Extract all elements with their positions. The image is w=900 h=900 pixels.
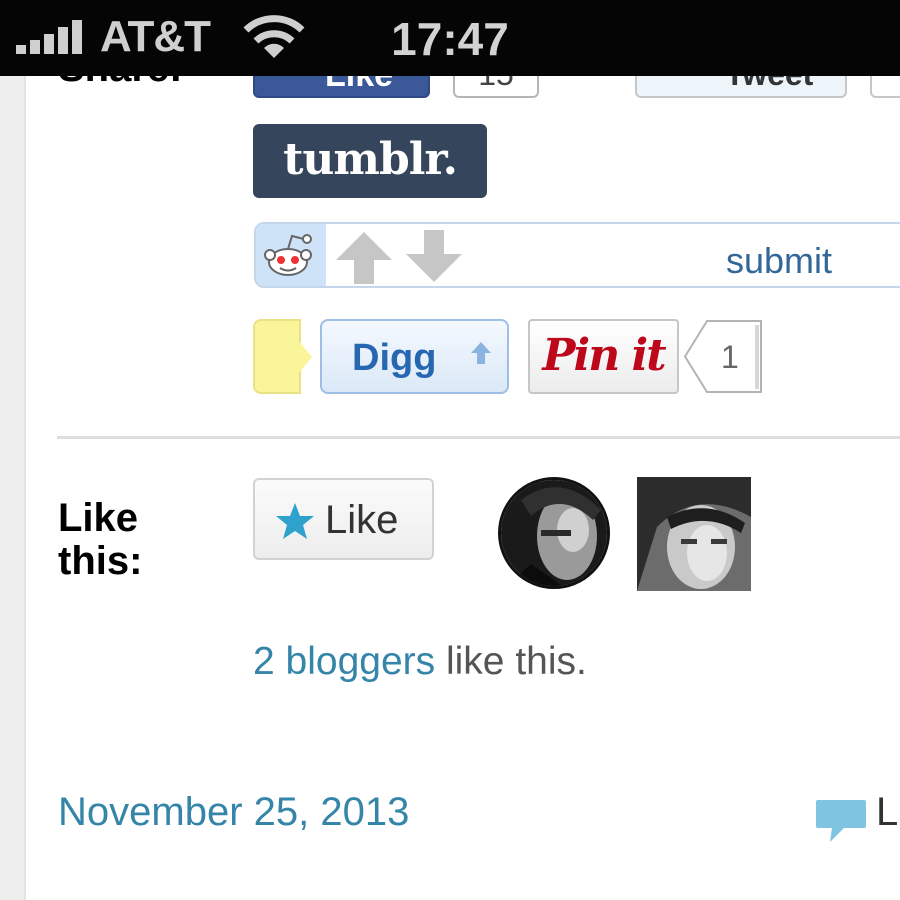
digg-up-arrow-icon	[471, 342, 491, 364]
like-this-label: Like this:	[58, 496, 143, 583]
avatar[interactable]	[498, 477, 610, 589]
upvote-arrow-icon[interactable]	[334, 230, 394, 284]
downvote-arrow-icon[interactable]	[404, 230, 464, 284]
reddit-submit-link[interactable]: submit	[726, 240, 832, 282]
post-date-link[interactable]: November 25, 2013	[58, 790, 409, 835]
pinterest-pin-it-button[interactable]: Pin it	[528, 319, 679, 394]
digg-label: Digg	[352, 337, 437, 379]
clock: 17:47	[391, 13, 509, 65]
reddit-alien-icon[interactable]	[256, 224, 326, 286]
page-left-gutter	[0, 76, 26, 900]
comment-bubble-icon[interactable]	[814, 798, 868, 844]
digg-button[interactable]: Digg	[320, 319, 509, 394]
like-button-label: Like	[325, 498, 399, 542]
pin-count: 1	[721, 339, 739, 375]
like-button[interactable]: Like	[253, 478, 434, 560]
section-divider	[57, 436, 900, 439]
digg-count-tab-point	[298, 340, 312, 374]
comment-link[interactable]: L	[876, 790, 898, 835]
star-icon	[276, 503, 314, 539]
bloggers-like-suffix: like this.	[435, 640, 587, 683]
digg-count-tab	[253, 319, 301, 394]
reddit-widget: submit	[254, 222, 900, 288]
status-bar: AT&T 17:47	[0, 0, 900, 76]
pin-count-bubble: 1	[683, 319, 763, 394]
tumblr-share-button[interactable]: tumblr.	[253, 124, 487, 198]
bloggers-count-link[interactable]: 2 bloggers	[253, 640, 435, 683]
avatar[interactable]	[637, 477, 751, 591]
bloggers-like-text: 2 bloggers like this.	[253, 640, 587, 684]
